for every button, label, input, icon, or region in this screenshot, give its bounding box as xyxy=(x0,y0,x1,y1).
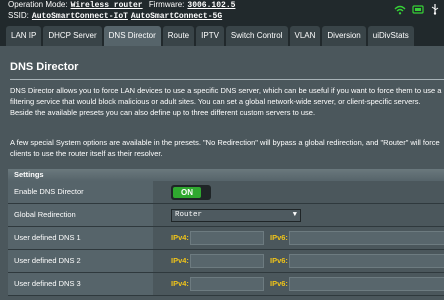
link-icon[interactable] xyxy=(412,4,424,15)
ssid-label: SSID: xyxy=(8,11,29,20)
wifi-icon[interactable] xyxy=(394,5,406,15)
ipv6-label: IPv6: xyxy=(270,256,288,265)
user-dns-3-cell: IPv4: IPv6: xyxy=(153,273,444,295)
tab-route[interactable]: Route xyxy=(162,26,195,46)
tab-switch-control[interactable]: Switch Control xyxy=(225,26,288,46)
tab-vlan[interactable]: VLAN xyxy=(289,26,321,46)
enable-toggle[interactable]: ON xyxy=(171,185,211,200)
operation-mode-line: Operation Mode: Wireless router Firmware:… xyxy=(8,0,235,10)
ipv6-label: IPv6: xyxy=(270,233,288,242)
dns2-ipv6-input[interactable] xyxy=(289,254,444,268)
ipv4-label: IPv4: xyxy=(171,233,189,242)
top-info-bar: Operation Mode: Wireless router Firmware:… xyxy=(0,0,444,22)
tab-dns-director[interactable]: DNS Director xyxy=(103,26,161,46)
op-mode-link[interactable]: Wireless router xyxy=(71,1,143,10)
tab-diversion[interactable]: Diversion xyxy=(322,26,366,46)
user-dns-2-cell: IPv4: IPv6: xyxy=(153,250,444,272)
description-paragraph-2: A few special System options are availab… xyxy=(10,138,440,158)
ipv6-label: IPv6: xyxy=(270,279,288,288)
settings-heading: Settings xyxy=(8,169,444,181)
dns3-ipv6-input[interactable] xyxy=(289,277,444,291)
dns1-ipv4-input[interactable] xyxy=(190,231,264,245)
row-user-dns-3: User defined DNS 3 IPv4: IPv6: xyxy=(8,273,444,296)
chevron-down-icon: ▼ xyxy=(292,211,297,219)
ssid-link-1[interactable]: AutoSmartConnect-IoT xyxy=(32,12,128,21)
title-divider xyxy=(10,79,444,80)
user-dns-2-label: User defined DNS 2 xyxy=(8,250,153,272)
settings-table: Settings Enable DNS Director ON Global R… xyxy=(8,169,444,296)
status-icons xyxy=(394,4,440,15)
row-user-dns-1: User defined DNS 1 IPv4: IPv6: xyxy=(8,227,444,250)
toggle-on-label: ON xyxy=(173,187,201,198)
global-redirection-label: Global Redirection xyxy=(8,204,153,226)
user-dns-1-cell: IPv4: IPv6: xyxy=(153,227,444,249)
tab-uidivstats[interactable]: uiDivStats xyxy=(367,26,414,46)
ssid-link-2[interactable]: AutoSmartConnect-5G xyxy=(131,12,222,21)
enable-cell: ON xyxy=(153,181,444,203)
tab-iptv[interactable]: IPTV xyxy=(196,26,224,46)
tab-lan-ip[interactable]: LAN IP xyxy=(6,26,42,46)
user-dns-3-label: User defined DNS 3 xyxy=(8,273,153,295)
page-title: DNS Director xyxy=(10,61,79,73)
tab-dhcp-server[interactable]: DHCP Server xyxy=(43,26,102,46)
enable-label: Enable DNS Director xyxy=(8,181,153,203)
ipv4-label: IPv4: xyxy=(171,256,189,265)
row-global-redirection: Global Redirection Router ▼ xyxy=(8,204,444,227)
firmware-link[interactable]: 3006.102.5 xyxy=(187,1,235,10)
ipv4-label: IPv4: xyxy=(171,279,189,288)
ssid-line: SSID: AutoSmartConnect-IoT AutoSmartConnec… xyxy=(8,11,222,21)
dns1-ipv6-input[interactable] xyxy=(289,231,444,245)
firmware-label: Firmware: xyxy=(148,0,185,9)
row-enable-dns-director: Enable DNS Director ON xyxy=(8,181,444,204)
row-user-dns-2: User defined DNS 2 IPv4: IPv6: xyxy=(8,250,444,273)
user-dns-1-label: User defined DNS 1 xyxy=(8,227,153,249)
global-redirection-value: Router xyxy=(175,211,203,219)
dns2-ipv4-input[interactable] xyxy=(190,254,264,268)
dns3-ipv4-input[interactable] xyxy=(190,277,264,291)
usb-icon[interactable] xyxy=(430,4,440,15)
description-paragraph-1: DNS Director allows you to force LAN dev… xyxy=(10,86,442,117)
op-mode-label: Operation Mode: xyxy=(8,0,68,9)
tab-bar: LAN IP DHCP Server DNS Director Route IP… xyxy=(6,26,414,46)
global-redirection-select[interactable]: Router ▼ xyxy=(171,209,301,222)
main-panel: DNS Director DNS Director allows you to … xyxy=(0,46,444,300)
global-redirection-cell: Router ▼ xyxy=(153,204,444,226)
